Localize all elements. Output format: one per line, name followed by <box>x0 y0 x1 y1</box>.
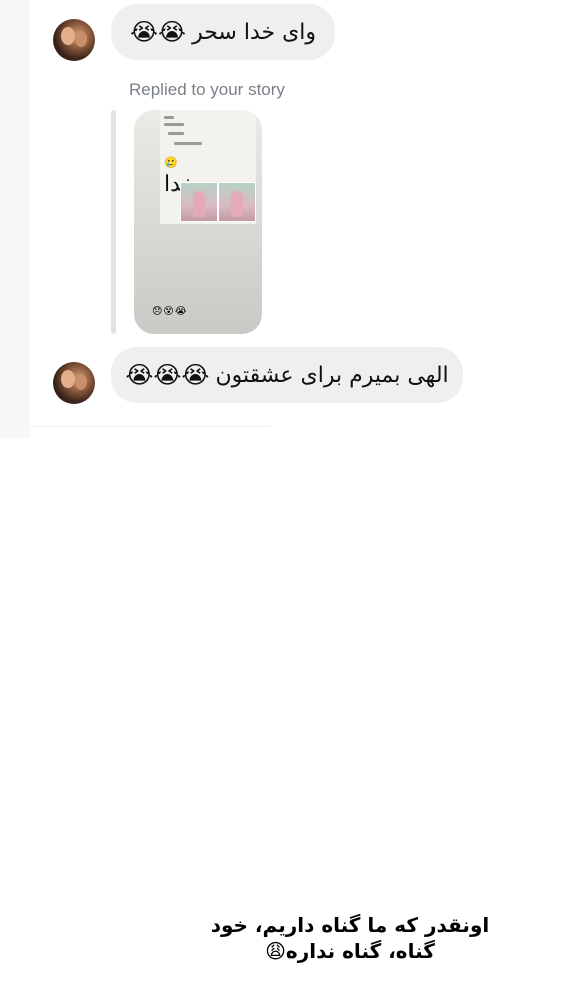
message-bubble-2[interactable]: الهی بمیرم برای عشقتون 😭😭😭 <box>111 347 463 403</box>
story-reaction-emojis: 😞😵😭 <box>152 306 188 317</box>
caption-line-1: اونقدر که ما گناه داریم، خود <box>210 913 490 937</box>
story-reply-label: Replied to your story <box>129 80 285 99</box>
story-photo-right <box>218 182 256 222</box>
story-small-emoji: 🥲 <box>164 156 178 169</box>
message-text: وای خدا سحر <box>192 19 317 45</box>
reply-indicator-bar <box>111 110 116 334</box>
left-panel-strip <box>0 0 30 438</box>
story-caption: اونقدر که ما گناه داریم، خود گناه، گناه … <box>200 912 500 964</box>
sender-avatar[interactable] <box>53 362 95 404</box>
thread-divider <box>30 426 270 427</box>
message-bubble-1[interactable]: وای خدا سحر 😭😭 <box>111 4 335 60</box>
chat-screen: وای خدا سحر 😭😭 Replied to your story 🥲 خ… <box>0 0 563 1000</box>
story-preview-card[interactable]: 🥲 خدا 😞😵😭 <box>134 110 262 334</box>
crying-emoji: 😭😭😭 <box>125 361 210 389</box>
message-text: الهی بمیرم برای عشقتون <box>215 362 449 388</box>
sender-avatar[interactable] <box>53 19 95 61</box>
story-photo-left <box>180 182 218 222</box>
caption-line-2: گناه، گناه نداره😩 <box>265 939 435 963</box>
crying-emoji: 😭😭 <box>129 18 187 46</box>
